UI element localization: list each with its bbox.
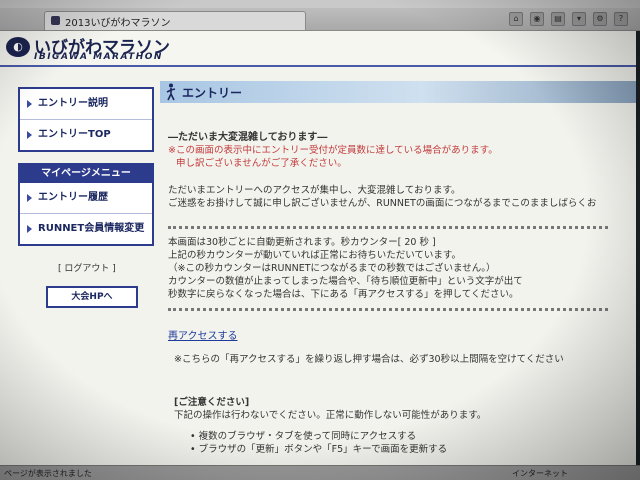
logout-link[interactable]: [ ログアウト ] bbox=[58, 261, 116, 274]
counter-line: （※この秒カウンターはRUNNETにつながるまでの秒数ではございません。） bbox=[168, 263, 496, 274]
sidebar-item-entry-info[interactable]: エントリー説明 bbox=[20, 89, 152, 120]
counter-line: カウンターの数値が止まってしまった場合や、「待ち順位更新中」という文字が出て bbox=[168, 276, 523, 287]
web-page: ◐ いびがわマラソン IBIGAWA MARATHON エントリー説明 エントリ… bbox=[0, 31, 636, 465]
arrow-right-icon bbox=[27, 100, 32, 108]
favicon-icon bbox=[51, 16, 60, 25]
counter-line: 秒数字に戻らなくなった場合は、下にある「再アクセスする」を押してください。 bbox=[168, 289, 519, 300]
toolbar: ⌂ ◉ ▤ ▾ ⚙ ? bbox=[509, 12, 628, 26]
mypage-menu-header: マイページメニュー bbox=[20, 165, 152, 183]
help-icon[interactable]: ? bbox=[614, 12, 628, 26]
caution-heading: [ご注意ください] bbox=[174, 397, 250, 408]
section-title-bar: エントリー bbox=[160, 81, 636, 103]
intro-line: ご迷惑をお掛けして誠に申し訳ございませんが、RUNNETの画面につながるまでこの… bbox=[168, 198, 597, 209]
screen: 2013いびがわマラソン ⌂ ◉ ▤ ▾ ⚙ ? ◐ いびがわマラソン IBIG… bbox=[0, 0, 640, 480]
tab-title: 2013いびがわマラソン bbox=[65, 18, 171, 29]
status-bar: ページが表示されました インターネット bbox=[0, 465, 640, 480]
browser-tab[interactable]: 2013いびがわマラソン bbox=[44, 11, 306, 30]
caution-intro: 下記の操作は行わないでください。正常に動作しない可能性があります。 bbox=[174, 410, 487, 421]
print-icon[interactable]: ▤ bbox=[551, 12, 565, 26]
intro-line: ただいまエントリーへのアクセスが集中し、大変混雑しております。 bbox=[168, 185, 461, 196]
sidebar-item-entry-history[interactable]: エントリー履歴 bbox=[20, 183, 152, 214]
warning-line: 申し訳ございませんがご了承ください。 bbox=[176, 158, 347, 169]
sidebar-entry-nav: エントリー説明 エントリーTOP bbox=[18, 87, 154, 152]
arrow-right-icon bbox=[27, 131, 32, 139]
congestion-heading: ―ただいま大変混雑しております― bbox=[168, 132, 328, 143]
runner-icon bbox=[166, 83, 176, 101]
tab-bar: 2013いびがわマラソン ⌂ ◉ ▤ ▾ ⚙ ? bbox=[0, 8, 640, 31]
sidebar-item-label: エントリー履歴 bbox=[38, 192, 108, 203]
sidebar-item-runnet-profile[interactable]: RUNNET会員情報変更 bbox=[20, 214, 152, 244]
feed-icon[interactable]: ◉ bbox=[530, 12, 544, 26]
status-text: ページが表示されました bbox=[4, 469, 92, 478]
security-zone: インターネット bbox=[512, 469, 568, 478]
caution-item: • 複数のブラウザ・タブを使って同時にアクセスする bbox=[190, 431, 417, 442]
warning-line: ※この画面の表示中にエントリー受付が定員数に達している場合があります。 bbox=[168, 145, 498, 156]
site-header: ◐ いびがわマラソン IBIGAWA MARATHON bbox=[0, 31, 636, 67]
event-homepage-button[interactable]: 大会HPへ bbox=[46, 286, 138, 308]
sidebar-item-entry-top[interactable]: エントリーTOP bbox=[20, 120, 152, 150]
sidebar-item-label: RUNNET会員情報変更 bbox=[38, 223, 145, 234]
reaccess-note: ※こちらの「再アクセスする」を繰り返し押す場合は、必ず30秒以上間隔を空けてくだ… bbox=[174, 354, 564, 365]
dotted-divider bbox=[168, 308, 608, 311]
page-menu-icon[interactable]: ▾ bbox=[572, 12, 586, 26]
reaccess-link[interactable]: 再アクセスする bbox=[168, 331, 238, 342]
caution-item: • ブラウザの「更新」ボタンや「F5」キーで画面を更新する bbox=[190, 444, 448, 455]
sidebar-item-label: エントリーTOP bbox=[38, 129, 111, 140]
main-content: ―ただいま大変混雑しております― ※この画面の表示中にエントリー受付が定員数に達… bbox=[168, 131, 634, 456]
site-logo-subtitle: IBIGAWA MARATHON bbox=[34, 52, 163, 62]
counter-line: 上記の秒カウンターが動いていれば正常にお待ちいただいています。 bbox=[168, 250, 461, 261]
arrow-right-icon bbox=[27, 225, 32, 233]
logo-icon: ◐ bbox=[6, 37, 30, 57]
counter-line: 本画面は30秒ごとに自動更新されます。秒カウンター[ 20 秒 ] bbox=[168, 237, 436, 248]
dotted-divider bbox=[168, 226, 608, 229]
sidebar-mypage-menu: マイページメニュー エントリー履歴 RUNNET会員情報変更 bbox=[18, 163, 154, 246]
title-bar bbox=[0, 0, 640, 8]
section-title: エントリー bbox=[182, 86, 243, 100]
sidebar-item-label: エントリー説明 bbox=[38, 98, 108, 109]
arrow-right-icon bbox=[27, 194, 32, 202]
home-icon[interactable]: ⌂ bbox=[509, 12, 523, 26]
tools-menu-icon[interactable]: ⚙ bbox=[593, 12, 607, 26]
